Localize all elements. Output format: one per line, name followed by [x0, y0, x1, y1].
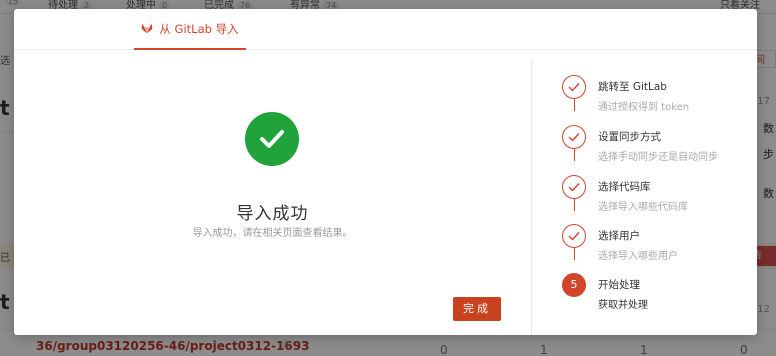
tab-gitlab-import[interactable]: 从 GitLab 导入	[134, 9, 246, 50]
step-sync-mode: 设置同步方式 选择手动同步还是自动同步	[532, 125, 757, 175]
step-title: 选择用户	[598, 230, 640, 242]
modal-header: 从 GitLab 导入	[14, 9, 757, 50]
check-icon	[562, 75, 586, 99]
step-subtitle: 获取并处理	[598, 300, 648, 311]
check-icon	[562, 175, 586, 199]
check-circle-icon	[245, 112, 299, 166]
step-title: 跳转至 GitLab	[598, 81, 667, 93]
step-redirect-gitlab: 跳转至 GitLab 通过授权得到 token	[532, 75, 757, 125]
tab-label: 从 GitLab 导入	[159, 22, 239, 36]
step-select-users: 选择用户 选择导入哪些用户	[532, 224, 757, 274]
step-start-processing: 5 开始处理 获取并处理	[532, 273, 757, 323]
step-select-repos: 选择代码库 选择导入哪些代码库	[532, 175, 757, 225]
check-icon	[562, 224, 586, 248]
import-result-panel: 导入成功 导入成功，请在相关页面查看结果。 完成	[14, 51, 531, 335]
step-title: 选择代码库	[598, 181, 651, 193]
step-subtitle: 通过授权得到 token	[598, 102, 690, 113]
step-title: 开始处理	[598, 279, 640, 291]
success-title: 导入成功	[236, 204, 309, 224]
step-subtitle: 选择导入哪些用户	[598, 251, 678, 262]
success-description: 导入成功，请在相关页面查看结果。	[192, 228, 353, 239]
step-subtitle: 选择手动同步还是自动同步	[598, 152, 718, 163]
step-subtitle: 选择导入哪些代码库	[598, 202, 688, 213]
step-title: 设置同步方式	[598, 131, 661, 143]
done-button[interactable]: 完成	[453, 297, 501, 321]
gitlab-icon	[142, 23, 153, 34]
gitlab-import-modal: 从 GitLab 导入 导入成功 导入成功，请在相关页面查看结果。 完成 跳转至…	[14, 9, 757, 335]
import-steps: 跳转至 GitLab 通过授权得到 token 设置同步方式 选择手动同步还是自…	[532, 51, 757, 335]
check-icon	[562, 125, 586, 149]
step-number-badge: 5	[562, 273, 586, 297]
